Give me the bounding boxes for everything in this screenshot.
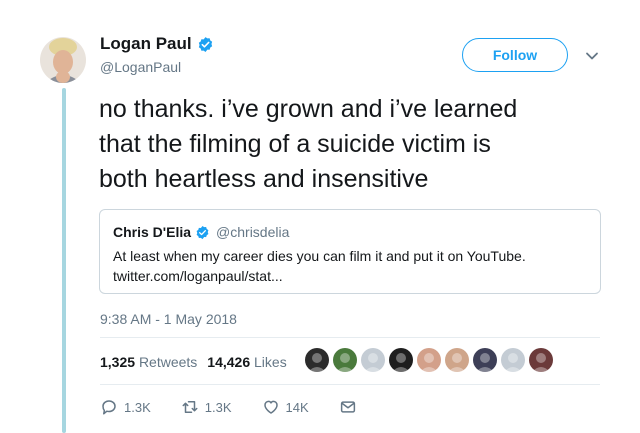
likes-stat[interactable]: 14,426 Likes	[207, 354, 286, 370]
reply-button[interactable]: 1.3K	[100, 398, 151, 416]
verified-badge-icon	[198, 36, 212, 52]
quoted-author-handle: @chrisdelia	[216, 224, 290, 240]
liker-avatar[interactable]	[501, 348, 525, 372]
quoted-tweet-card[interactable]: Chris D'Elia @chrisdelia At least when m…	[99, 209, 601, 294]
liker-avatar[interactable]	[305, 348, 329, 372]
quoted-tweet-body: At least when my career dies you can fil…	[113, 248, 526, 264]
tweet-author: Logan Paul @LoganPaul	[100, 34, 214, 75]
tweet-text: no thanks. i’ve grown and i’ve learned t…	[99, 92, 599, 197]
retweets-count: 1,325	[100, 354, 136, 370]
liker-avatar[interactable]	[333, 348, 357, 372]
direct-message-button[interactable]	[339, 398, 357, 416]
mail-icon	[340, 401, 355, 413]
engagement-stats: 1,325 Retweets 14,426 Likes	[100, 354, 287, 370]
like-button[interactable]: 14K	[262, 398, 309, 416]
divider	[100, 337, 600, 338]
tweet-text-line: that the filming of a suicide victim is	[99, 130, 491, 158]
likes-label: Likes	[254, 354, 287, 370]
heart-icon	[263, 400, 278, 414]
reply-icon	[102, 400, 116, 415]
like-count: 14K	[285, 399, 309, 415]
liker-avatar[interactable]	[389, 348, 413, 372]
liker-avatar[interactable]	[529, 348, 553, 372]
verified-badge-icon	[196, 225, 209, 239]
thread-line	[62, 88, 66, 433]
liker-avatar[interactable]	[417, 348, 441, 372]
divider	[100, 384, 600, 385]
tweet-text-line: both heartless and insensitive	[99, 165, 429, 193]
tweet-actions: 1.3K 1.3K 14K	[100, 398, 387, 416]
avatar[interactable]	[40, 37, 86, 83]
liker-avatar[interactable]	[445, 348, 469, 372]
author-handle[interactable]: @LoganPaul	[100, 59, 214, 75]
retweet-button[interactable]: 1.3K	[181, 398, 232, 416]
quoted-tweet-link[interactable]: twitter.com/loganpaul/stat...	[113, 266, 593, 286]
tweet-text-line: no thanks. i’ve grown and i’ve learned	[99, 95, 518, 123]
liker-avatar[interactable]	[361, 348, 385, 372]
retweet-count: 1.3K	[204, 399, 232, 415]
follow-button[interactable]: Follow	[462, 38, 568, 72]
liker-avatars	[305, 348, 553, 372]
retweet-icon	[182, 401, 198, 413]
tweet-timestamp[interactable]: 9:38 AM - 1 May 2018	[100, 311, 237, 327]
retweets-label: Retweets	[138, 354, 198, 370]
likes-count: 14,426	[207, 354, 251, 370]
quoted-tweet-text: At least when my career dies you can fil…	[113, 246, 593, 286]
liker-avatar[interactable]	[473, 348, 497, 372]
retweets-stat[interactable]: 1,325 Retweets	[100, 354, 197, 370]
chevron-down-icon[interactable]	[584, 48, 600, 64]
reply-count: 1.3K	[124, 399, 151, 415]
author-name[interactable]: Logan Paul	[100, 34, 192, 54]
quoted-author-name: Chris D'Elia	[113, 224, 192, 240]
